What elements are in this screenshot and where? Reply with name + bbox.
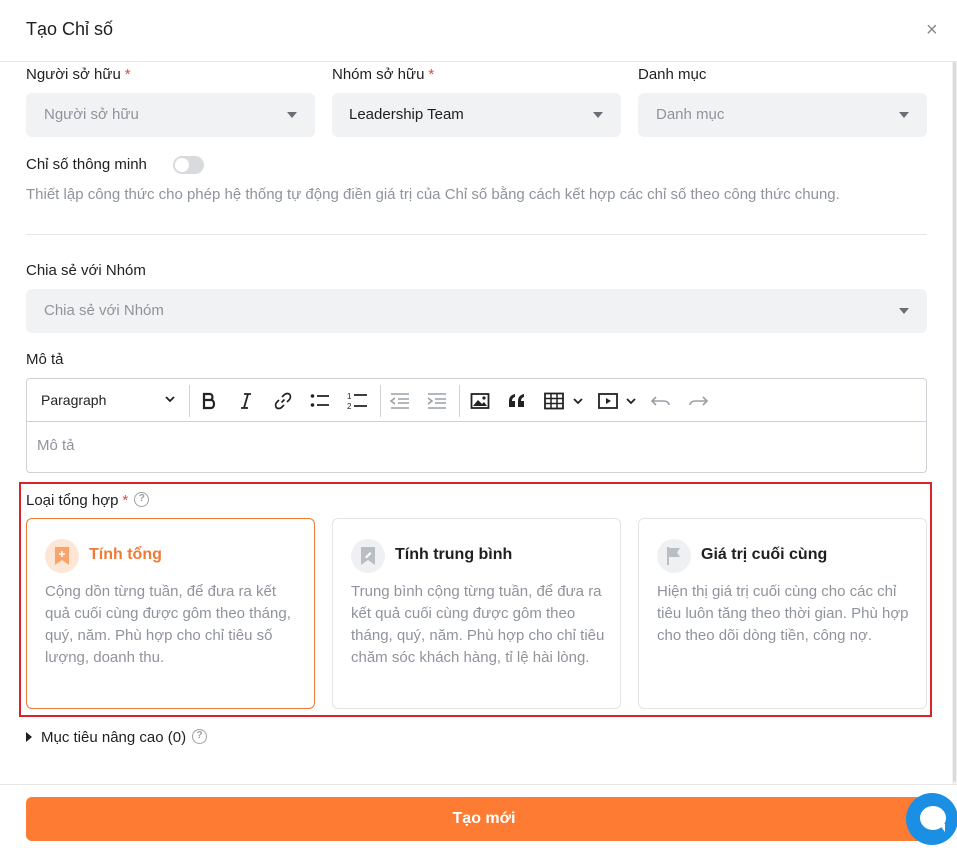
bullet-list-icon[interactable] [309,390,331,412]
dialog-header: Tạo Chỉ số × [0,0,957,62]
category-label: Danh mục [638,66,707,83]
help-icon[interactable]: ? [134,491,150,507]
indent-icon[interactable] [426,390,448,412]
category-placeholder: Danh mục [656,106,725,123]
bookmark-plus-icon [45,539,79,573]
option-title: Tính tổng [89,546,162,563]
aggregation-option-last-value[interactable]: Giá trị cuối cùng Hiện thị giá trị cuối … [638,518,927,709]
aggregation-option-average[interactable]: Tính trung bình Trung bình cộng từng tuầ… [332,518,621,709]
flag-icon [657,539,691,573]
dialog-title: Tạo Chỉ số [26,19,114,39]
category-select[interactable]: Danh mục [638,93,927,137]
outdent-icon[interactable] [389,390,411,412]
share-group-label: Chia sẻ với Nhóm [26,262,146,279]
toolbar-separator [380,385,381,417]
share-group-placeholder: Chia sẻ với Nhóm [44,302,164,319]
chat-bubble-tail [939,824,945,832]
caret-right-icon [26,732,32,742]
italic-icon[interactable] [235,390,257,412]
owner-select[interactable]: Người sở hữu [26,93,315,137]
bold-icon[interactable] [198,390,220,412]
owner-label-text: Người sở hữu [26,66,121,83]
chevron-down-icon [899,112,909,118]
close-icon[interactable]: × [926,20,938,40]
link-icon[interactable] [272,390,294,412]
rich-text-editor[interactable]: Paragraph 12 Mô tả [26,378,927,473]
create-button[interactable]: Tạo mới [26,797,942,841]
scrollbar-thumb[interactable] [953,62,956,782]
required-mark: * [428,66,435,83]
aggregation-option-sum[interactable]: Tính tổng Cộng dồn từng tuần, để đưa ra … [26,518,315,709]
block-format-select[interactable]: Paragraph [41,392,106,408]
redo-icon[interactable] [687,390,709,412]
toggle-knob [175,158,189,172]
chat-widget-button[interactable] [906,793,957,845]
undo-icon[interactable] [650,390,672,412]
divider [26,234,927,235]
smart-metric-label: Chỉ số thông minh [26,156,147,173]
required-mark: * [124,66,131,83]
editor-toolbar: Paragraph 12 [27,379,926,422]
help-icon[interactable]: ? [192,728,208,744]
option-title: Giá trị cuối cùng [701,546,828,563]
chevron-down-icon [899,308,909,314]
owner-group-label: Nhóm sở hữu * [332,66,434,83]
owner-placeholder: Người sở hữu [44,106,139,123]
description-label: Mô tả [26,351,64,368]
chevron-down-icon [287,112,297,118]
owner-group-label-text: Nhóm sở hữu [332,66,425,83]
image-icon[interactable] [469,390,491,412]
option-description: Hiện thị giá trị cuối cùng cho các chỉ t… [657,583,909,644]
svg-text:1: 1 [347,392,352,401]
option-description: Trung bình cộng từng tuần, để đưa ra kết… [351,583,605,666]
owner-group-select[interactable]: Leadership Team [332,93,621,137]
aggregation-label: Loại tổng hợp *? [26,491,150,509]
table-icon[interactable] [543,390,565,412]
advanced-goals-label: Mục tiêu nâng cao (0) [41,729,187,746]
advanced-goals-toggle[interactable]: Mục tiêu nâng cao (0)? [26,728,208,746]
blockquote-icon[interactable] [506,390,528,412]
chevron-down-icon[interactable] [164,393,176,405]
chevron-down-icon[interactable] [625,395,637,407]
smart-metric-description: Thiết lập công thức cho phép hệ thống tự… [26,186,840,203]
chevron-down-icon [593,112,603,118]
numbered-list-icon[interactable]: 12 [346,390,368,412]
option-description: Cộng dồn từng tuần, để đưa ra kết quả cu… [45,583,291,666]
media-embed-icon[interactable] [597,390,619,412]
owner-group-value: Leadership Team [349,106,464,123]
toolbar-separator [189,385,190,417]
option-title: Tính trung bình [395,546,513,563]
bookmark-icon [351,539,385,573]
chevron-down-icon[interactable] [572,395,584,407]
toolbar-separator [459,385,460,417]
smart-metric-toggle[interactable] [173,156,204,174]
required-mark: * [122,492,129,509]
aggregation-label-text: Loại tổng hợp [26,492,119,509]
svg-text:2: 2 [347,402,352,411]
share-group-select[interactable]: Chia sẻ với Nhóm [26,289,927,333]
description-placeholder: Mô tả [37,437,75,454]
owner-label: Người sở hữu * [26,66,131,83]
